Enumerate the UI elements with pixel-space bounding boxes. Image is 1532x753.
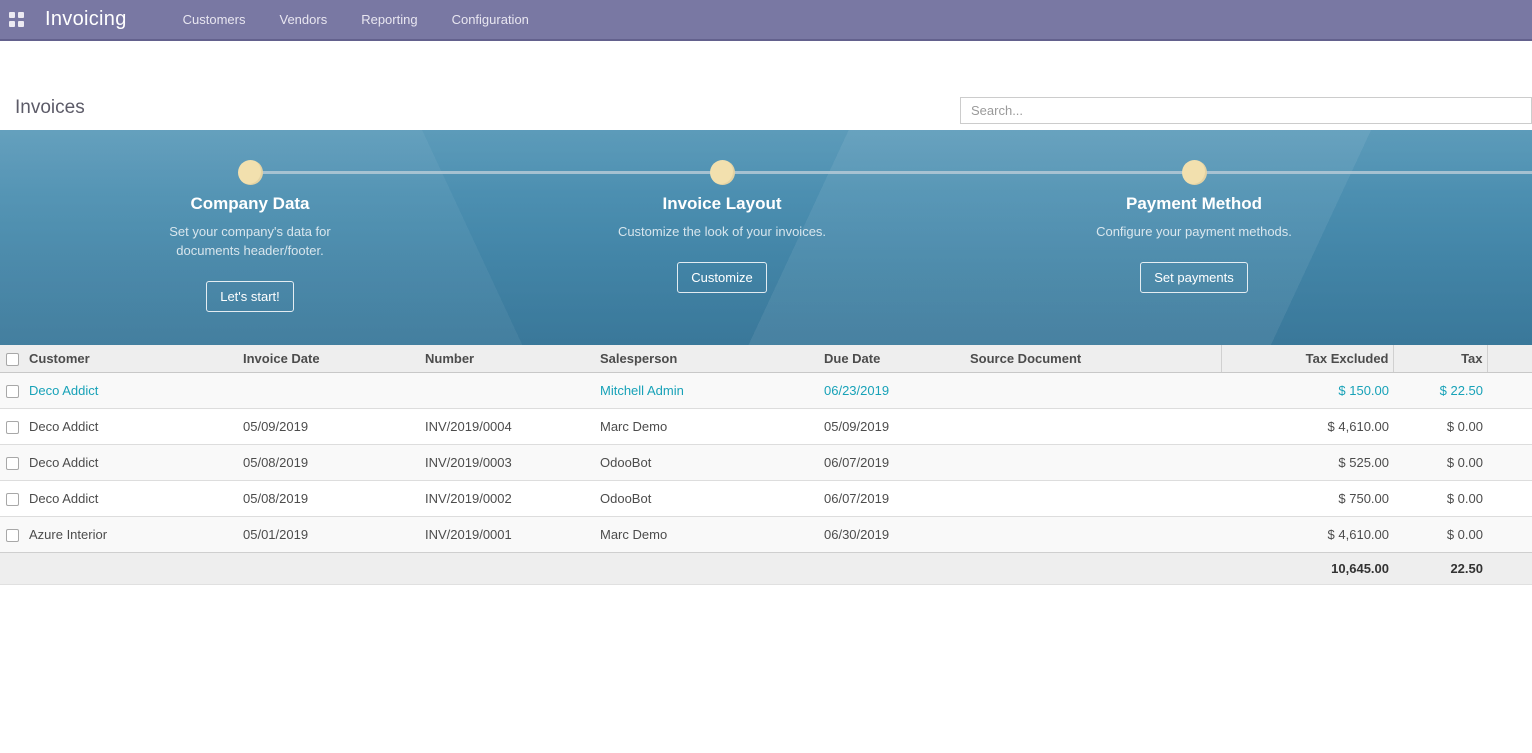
tax-excluded-cell: $ 150.00 bbox=[1221, 373, 1393, 409]
col-header-tax-excluded[interactable]: Tax Excluded bbox=[1221, 345, 1393, 373]
row-checkbox[interactable] bbox=[6, 457, 19, 470]
col-header-salesperson[interactable]: Salesperson bbox=[596, 345, 820, 373]
salesperson-cell: OdooBot bbox=[596, 481, 820, 517]
customer-cell: Azure Interior bbox=[25, 517, 239, 553]
col-header-source-document[interactable]: Source Document bbox=[966, 345, 1221, 373]
lets-start-button[interactable]: Let's start! bbox=[206, 281, 294, 312]
col-header-invoice-date[interactable]: Invoice Date bbox=[239, 345, 421, 373]
number-cell: INV/2019/0001 bbox=[421, 517, 596, 553]
invoice-row[interactable]: Deco Addict 05/08/2019 INV/2019/0003 Odo… bbox=[0, 445, 1532, 481]
col-header-due-date[interactable]: Due Date bbox=[820, 345, 966, 373]
search-input[interactable] bbox=[960, 97, 1532, 124]
due-date-cell: 06/30/2019 bbox=[820, 517, 966, 553]
step-description: Customize the look of your invoices. bbox=[615, 223, 830, 242]
due-date-cell: 06/23/2019 bbox=[820, 373, 966, 409]
onboarding-step-invoice-layout: Invoice Layout Customize the look of you… bbox=[562, 194, 882, 293]
invoice-row[interactable]: Deco Addict 05/08/2019 INV/2019/0002 Odo… bbox=[0, 481, 1532, 517]
step-title: Invoice Layout bbox=[562, 194, 882, 214]
menu-configuration[interactable]: Configuration bbox=[452, 12, 529, 27]
col-header-filler bbox=[1487, 345, 1532, 373]
invoice-list-table: Customer Invoice Date Number Salesperson… bbox=[0, 345, 1532, 585]
row-checkbox[interactable] bbox=[6, 421, 19, 434]
invoice-date-cell bbox=[239, 373, 421, 409]
progress-line bbox=[250, 171, 1532, 174]
tax-cell: $ 0.00 bbox=[1393, 517, 1487, 553]
number-cell: INV/2019/0004 bbox=[421, 409, 596, 445]
number-cell: INV/2019/0003 bbox=[421, 445, 596, 481]
step-title: Company Data bbox=[90, 194, 410, 214]
invoice-date-cell: 05/08/2019 bbox=[239, 481, 421, 517]
nav-menus: Customers Vendors Reporting Configuratio… bbox=[183, 12, 529, 27]
tax-excluded-cell: $ 4,610.00 bbox=[1221, 409, 1393, 445]
invoice-row[interactable]: Deco Addict Mitchell Admin 06/23/2019 $ … bbox=[0, 373, 1532, 409]
total-tax: 22.50 bbox=[1393, 553, 1487, 585]
step-dot-invoice-layout bbox=[710, 160, 735, 185]
onboarding-step-payment-method: Payment Method Configure your payment me… bbox=[1034, 194, 1354, 293]
app-title[interactable]: Invoicing bbox=[45, 8, 127, 31]
menu-vendors[interactable]: Vendors bbox=[280, 12, 328, 27]
row-checkbox[interactable] bbox=[6, 493, 19, 506]
onboarding-banner: Company Data Set your company's data for… bbox=[0, 130, 1532, 345]
control-panel: Invoices + Create Import Filters ≡ Group… bbox=[0, 41, 1532, 130]
col-header-customer[interactable]: Customer bbox=[25, 345, 239, 373]
select-all-checkbox[interactable] bbox=[6, 353, 19, 366]
salesperson-cell: Marc Demo bbox=[596, 409, 820, 445]
total-tax-excluded: 10,645.00 bbox=[1221, 553, 1393, 585]
number-cell: INV/2019/0002 bbox=[421, 481, 596, 517]
col-header-tax[interactable]: Tax bbox=[1393, 345, 1487, 373]
customer-cell: Deco Addict bbox=[25, 481, 239, 517]
due-date-cell: 06/07/2019 bbox=[820, 481, 966, 517]
top-navbar: Invoicing Customers Vendors Reporting Co… bbox=[0, 0, 1532, 41]
invoice-date-cell: 05/08/2019 bbox=[239, 445, 421, 481]
tax-excluded-cell: $ 525.00 bbox=[1221, 445, 1393, 481]
step-description: Configure your payment methods. bbox=[1087, 223, 1302, 242]
tax-cell: $ 22.50 bbox=[1393, 373, 1487, 409]
customer-cell: Deco Addict bbox=[25, 445, 239, 481]
source-document-cell bbox=[966, 481, 1221, 517]
invoice-row[interactable]: Deco Addict 05/09/2019 INV/2019/0004 Mar… bbox=[0, 409, 1532, 445]
step-dot-payment-method bbox=[1182, 160, 1207, 185]
source-document-cell bbox=[966, 373, 1221, 409]
row-checkbox[interactable] bbox=[6, 385, 19, 398]
source-document-cell bbox=[966, 409, 1221, 445]
totals-row: 10,645.00 22.50 bbox=[0, 553, 1532, 585]
tax-excluded-cell: $ 750.00 bbox=[1221, 481, 1393, 517]
invoice-row[interactable]: Azure Interior 05/01/2019 INV/2019/0001 … bbox=[0, 517, 1532, 553]
source-document-cell bbox=[966, 517, 1221, 553]
step-description: Set your company's data for documents he… bbox=[143, 223, 358, 261]
menu-reporting[interactable]: Reporting bbox=[361, 12, 417, 27]
tax-cell: $ 0.00 bbox=[1393, 481, 1487, 517]
tax-cell: $ 0.00 bbox=[1393, 445, 1487, 481]
customer-cell: Deco Addict bbox=[25, 373, 239, 409]
step-title: Payment Method bbox=[1034, 194, 1354, 214]
set-payments-button[interactable]: Set payments bbox=[1140, 262, 1248, 293]
source-document-cell bbox=[966, 445, 1221, 481]
salesperson-cell: Marc Demo bbox=[596, 517, 820, 553]
tax-excluded-cell: $ 4,610.00 bbox=[1221, 517, 1393, 553]
number-cell bbox=[421, 373, 596, 409]
salesperson-cell: OdooBot bbox=[596, 445, 820, 481]
apps-grid-icon[interactable] bbox=[9, 12, 24, 27]
invoice-date-cell: 05/09/2019 bbox=[239, 409, 421, 445]
customize-button[interactable]: Customize bbox=[677, 262, 766, 293]
customer-cell: Deco Addict bbox=[25, 409, 239, 445]
invoice-date-cell: 05/01/2019 bbox=[239, 517, 421, 553]
step-dot-company-data bbox=[238, 160, 263, 185]
row-checkbox[interactable] bbox=[6, 529, 19, 542]
menu-customers[interactable]: Customers bbox=[183, 12, 246, 27]
tax-cell: $ 0.00 bbox=[1393, 409, 1487, 445]
breadcrumb: Invoices bbox=[15, 97, 85, 119]
due-date-cell: 05/09/2019 bbox=[820, 409, 966, 445]
col-header-number[interactable]: Number bbox=[421, 345, 596, 373]
salesperson-cell: Mitchell Admin bbox=[596, 373, 820, 409]
due-date-cell: 06/07/2019 bbox=[820, 445, 966, 481]
table-header-row: Customer Invoice Date Number Salesperson… bbox=[0, 345, 1532, 373]
onboarding-step-company-data: Company Data Set your company's data for… bbox=[90, 194, 410, 312]
